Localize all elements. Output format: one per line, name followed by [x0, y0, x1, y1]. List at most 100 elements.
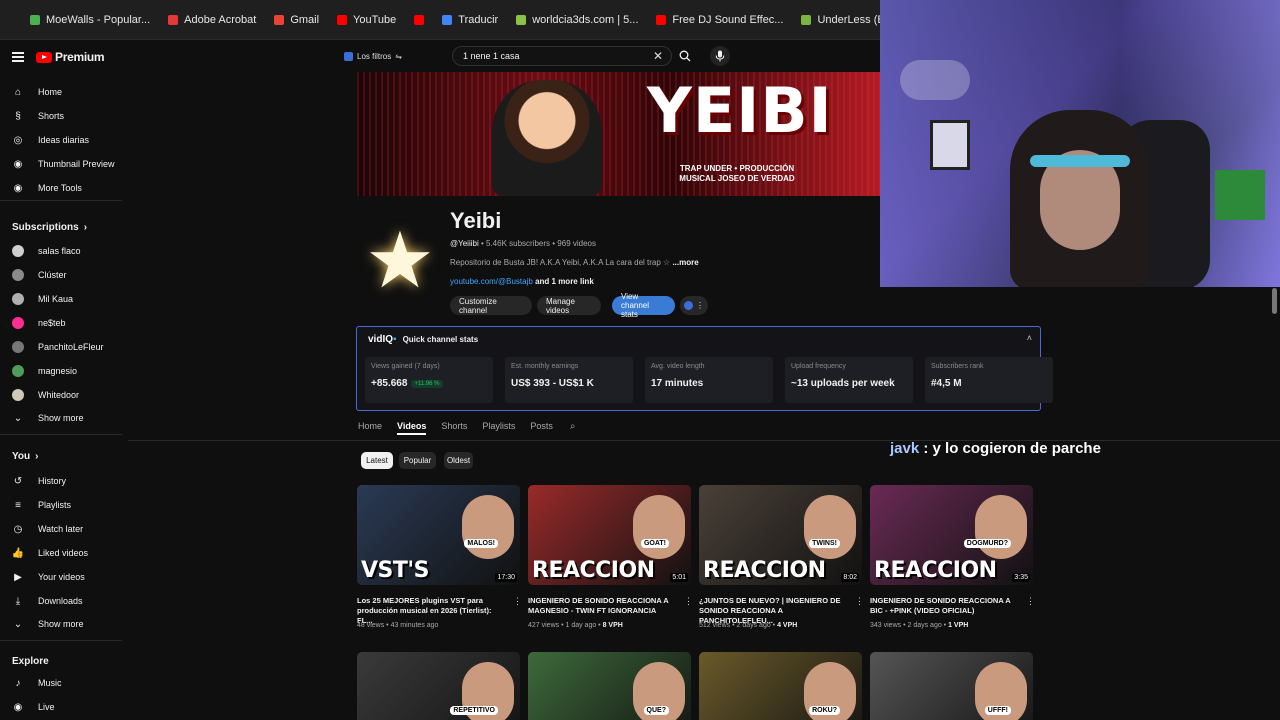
bookmark-item[interactable]: Free DJ Sound Effec...: [656, 14, 783, 26]
bookmark-item[interactable]: MoeWalls - Popular...: [30, 14, 150, 26]
main-nav-icon: §: [15, 110, 21, 122]
show-more-subscriptions[interactable]: ⌄ Show more: [12, 411, 84, 425]
chevron-right-icon: ›: [35, 451, 39, 462]
tab-shorts[interactable]: Shorts: [441, 421, 467, 435]
youtube-premium-logo[interactable]: Premium: [36, 50, 105, 64]
bookmark-item[interactable]: Gmail: [274, 14, 319, 26]
bookmark-item[interactable]: Traducir: [442, 14, 498, 26]
sidebar-item-mil-kaua[interactable]: Mil Kaua: [12, 292, 73, 306]
sidebar-item-ne-teb[interactable]: ne$teb: [12, 316, 66, 330]
video-thumbnail[interactable]: GOAT! REACCION 5:01: [528, 485, 691, 585]
sidebar-item-ideas-diarias[interactable]: ◎ Ideas diarias: [12, 133, 89, 147]
filter-chip-latest[interactable]: Latest: [361, 452, 393, 469]
tab-home[interactable]: Home: [358, 421, 382, 435]
sidebar-item-home[interactable]: ⌂ Home: [12, 85, 62, 99]
sidebar-item-cl-ster[interactable]: Clúster: [12, 268, 67, 282]
video-thumbnail[interactable]: QUE?: [528, 652, 691, 720]
clear-search-icon[interactable]: ✕: [653, 49, 663, 63]
stat-value: 17 minutes: [651, 378, 773, 389]
manage-videos-button[interactable]: Manage videos: [537, 296, 601, 315]
video-duration: 5:01: [670, 573, 688, 582]
filter-chip-oldest[interactable]: Oldest: [444, 452, 473, 469]
video-thumbnail[interactable]: MALOS! VST'S 17:30: [357, 485, 520, 585]
sidebar-item-whitedoor[interactable]: Whitedoor: [12, 388, 79, 402]
channel-meta: @Yeiiibi • 5.46K subscribers • 969 video…: [450, 239, 596, 248]
bookmark-item[interactable]: [414, 14, 425, 25]
sidebar-item-label: Downloads: [38, 596, 83, 606]
show-more-label: Show more: [38, 619, 84, 629]
subscriptions-label: Subscriptions: [12, 222, 79, 233]
vidiq-header: vidIQ▪ Quick channel stats: [368, 334, 478, 345]
explore-nav-icon: ♪: [15, 677, 21, 689]
customize-channel-button[interactable]: Customize channel: [450, 296, 532, 315]
kebab-menu-icon[interactable]: ⋮: [684, 596, 693, 607]
video-card[interactable]: TWINS! REACCION 8:02 ¿JUNTOS DE NUEVO? | IN…: [699, 485, 864, 629]
video-meta: 48 views • 43 minutes ago: [357, 622, 438, 629]
channel-link[interactable]: youtube.com/@Bustajb: [450, 277, 533, 286]
video-thumbnail[interactable]: ROKU?: [699, 652, 862, 720]
sidebar-item-label: Whitedoor: [38, 390, 80, 400]
bookmark-item[interactable]: Adobe Acrobat: [168, 14, 256, 26]
filter-chip-popular[interactable]: Popular: [399, 452, 436, 469]
subscriptions-title[interactable]: Subscriptions ›: [12, 222, 87, 233]
view-channel-stats-button[interactable]: View channel stats: [612, 292, 675, 319]
show-more-you[interactable]: ⌄ Show more: [12, 617, 84, 631]
bookmark-item[interactable]: worldcia3ds.com | 5...: [516, 14, 638, 26]
sidebar-item-shorts[interactable]: § Shorts: [12, 109, 64, 123]
sidebar-item-watch-later[interactable]: ◷ Watch later: [12, 522, 84, 536]
video-meta: 427 views • 1 day ago • 8 VPH: [528, 622, 623, 629]
search-button[interactable]: [676, 46, 694, 66]
description-more[interactable]: ...more: [672, 258, 698, 267]
scrollbar-thumb[interactable]: [1272, 288, 1277, 314]
collapse-icon[interactable]: ˄: [1027, 333, 1032, 343]
kebab-menu-icon[interactable]: ⋮: [1026, 596, 1035, 607]
more-links[interactable]: and 1 more link: [535, 277, 594, 286]
sidebar-item-history[interactable]: ↺ History: [12, 474, 66, 488]
video-card[interactable]: ROKU?: [699, 652, 862, 720]
search-input[interactable]: 1 nene 1 casa ✕: [452, 46, 672, 66]
tab-videos[interactable]: Videos: [397, 421, 427, 435]
kebab-menu-icon[interactable]: ⋮: [513, 596, 522, 607]
stat-label: Avg. video length: [651, 363, 705, 370]
kebab-menu-icon[interactable]: ⋮: [855, 596, 864, 607]
bookmark-favicon-icon: [414, 14, 425, 25]
vidiq-options-button[interactable]: ⋮: [680, 296, 708, 315]
sidebar-item-panchitolefleur[interactable]: PanchitoLeFleur: [12, 340, 104, 354]
video-thumbnail[interactable]: UFFF!: [870, 652, 1033, 720]
filters-button[interactable]: Los filtros ⇋: [344, 48, 402, 64]
tab-playlists[interactable]: Playlists: [482, 421, 515, 435]
video-thumbnail[interactable]: DOGMURD? REACCION 3:35: [870, 485, 1033, 585]
microphone-icon: [715, 50, 725, 62]
sidebar-item-liked-videos[interactable]: 👍 Liked videos: [12, 546, 88, 560]
video-title[interactable]: INGENIERO DE SONIDO REACCIONA A MAGNESIO…: [528, 596, 676, 616]
channel-avatar-icon: [12, 365, 24, 377]
webcam-pixel-art: [1215, 170, 1265, 220]
video-views: 48 views: [357, 622, 385, 629]
tab-search-icon[interactable]: ⌕: [570, 421, 576, 435]
sidebar-item-magnesio[interactable]: magnesio: [12, 364, 77, 378]
video-card[interactable]: REPETITIVO: [357, 652, 520, 720]
voice-search-button[interactable]: [710, 46, 730, 66]
bookmark-item[interactable]: YouTube: [337, 14, 396, 26]
video-card[interactable]: UFFF!: [870, 652, 1033, 720]
you-title[interactable]: You ›: [12, 451, 39, 462]
sidebar-item-your-videos[interactable]: ▶ Your videos: [12, 570, 85, 584]
sidebar-item-thumbnail-preview[interactable]: ◉ Thumbnail Preview: [12, 157, 115, 171]
video-card[interactable]: MALOS! VST'S 17:30 Los 25 MEJORES plugins V…: [357, 485, 522, 629]
video-thumbnail[interactable]: REPETITIVO: [357, 652, 520, 720]
channel-avatar[interactable]: ★: [360, 220, 440, 300]
video-title[interactable]: INGENIERO DE SONIDO REACCIONA A BIC - +P…: [870, 596, 1018, 616]
sidebar-item-salas-flaco[interactable]: salas flaco: [12, 244, 81, 258]
menu-icon[interactable]: [12, 52, 24, 62]
sidebar-item-live[interactable]: ◉ Live: [12, 700, 55, 714]
video-thumbnail[interactable]: TWINS! REACCION 8:02: [699, 485, 862, 585]
sidebar-item-music[interactable]: ♪ Music: [12, 676, 62, 690]
sidebar-item-downloads[interactable]: ⤓ Downloads: [12, 594, 83, 608]
sidebar-item-more-tools[interactable]: ◉ More Tools: [12, 181, 82, 195]
video-card[interactable]: QUE?: [528, 652, 691, 720]
video-card[interactable]: DOGMURD? REACCION 3:35 INGENIERO DE SONIDO …: [870, 485, 1035, 629]
sidebar-item-playlists[interactable]: ≡ Playlists: [12, 498, 71, 512]
channel-description[interactable]: Repositorio de Busta JB! A.K.A Yeibi, A.…: [450, 258, 699, 267]
video-card[interactable]: GOAT! REACCION 5:01 INGENIERO DE SONIDO REA…: [528, 485, 693, 629]
tab-posts[interactable]: Posts: [530, 421, 553, 435]
